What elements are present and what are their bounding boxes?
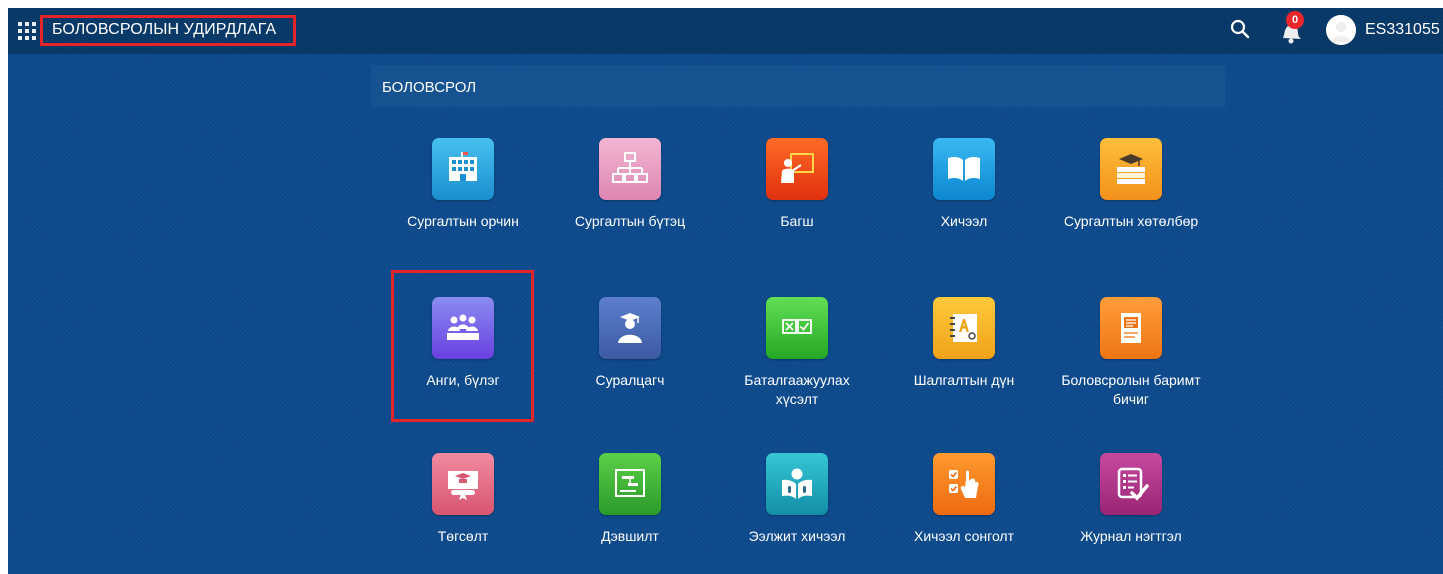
tile-label: Сургалтын хөтөлбөр — [1063, 213, 1199, 229]
apps-grid-icon[interactable] — [18, 22, 36, 40]
building-icon — [432, 138, 494, 200]
promotion-board-icon — [599, 453, 661, 515]
tile-hicheel[interactable]: Хичээл — [894, 138, 1034, 231]
tile-surgaltyn-butets[interactable]: Сургалтын бүтэц — [560, 138, 700, 231]
grade-notebook-icon — [933, 297, 995, 359]
tile-hicheel-songolt[interactable]: Хичээл сонголт — [894, 453, 1034, 546]
stacked-books-icon — [1100, 138, 1162, 200]
tile-label: Сургалтын бүтэц — [574, 213, 686, 229]
document-icon — [1100, 297, 1162, 359]
highlight-box-tile — [391, 270, 534, 422]
tile-label: Дэвшилт — [601, 528, 659, 544]
teacher-icon — [766, 138, 828, 200]
tile-bolovsrolyn-barimt-bichig[interactable]: Боловсролын баримт бичиг — [1061, 297, 1201, 409]
tile-batalgaajuulah-husel[interactable]: Баталгаажуулах хүсэлт — [727, 297, 867, 409]
tile-eeljit-hicheel[interactable]: Ээлжит хичээл — [727, 453, 867, 546]
top-bar: БОЛОВСРОЛЫН УДИРДЛАГА 0 ES331055 — [8, 8, 1443, 54]
tile-suraltsagch[interactable]: Суралцагч — [560, 297, 700, 390]
org-chart-icon — [599, 138, 661, 200]
tile-label: Багш — [780, 213, 814, 229]
diploma-icon — [432, 453, 494, 515]
tile-devshilt[interactable]: Дэвшилт — [560, 453, 700, 546]
search-icon[interactable] — [1228, 18, 1252, 42]
touch-select-icon — [933, 453, 995, 515]
checklist-icon — [1100, 453, 1162, 515]
checkbox-icon — [766, 297, 828, 359]
tile-tugsult[interactable]: Төгсөлт — [393, 453, 533, 546]
tile-shalgaltyn-dun[interactable]: Шалгалтын дүн — [894, 297, 1034, 390]
app-frame: БОЛОВСРОЛЫН УДИРДЛАГА 0 ES331055 БОЛОВСР… — [8, 8, 1443, 574]
tile-label: Хичээл — [940, 213, 988, 229]
user-id-label[interactable]: ES331055 — [1365, 21, 1440, 39]
user-avatar[interactable] — [1326, 15, 1356, 45]
tile-label: Хичээл сонголт — [913, 528, 1015, 544]
tile-label: Төгсөлт — [437, 528, 489, 544]
book-icon — [933, 138, 995, 200]
tile-label: Сургалтын орчин — [407, 213, 519, 229]
tile-surgaltyn-orchin[interactable]: Сургалтын орчин — [393, 138, 533, 231]
reading-student-icon — [766, 453, 828, 515]
tile-label: Боловсролын баримт бичиг — [1061, 372, 1201, 407]
tile-bagsh[interactable]: Багш — [727, 138, 867, 231]
tile-label: Шалгалтын дүн — [913, 372, 1015, 388]
tile-label: Баталгаажуулах хүсэлт — [744, 372, 850, 407]
section-title: БОЛОВСРОЛ — [382, 79, 477, 96]
app-title[interactable]: БОЛОВСРОЛЫН УДИРДЛАГА — [52, 21, 276, 39]
tile-label: Ээлжит хичээл — [748, 528, 846, 544]
notification-badge: 0 — [1286, 11, 1304, 29]
tile-surgaltyn-hotolbor[interactable]: Сургалтын хөтөлбөр — [1061, 138, 1201, 231]
section-header: БОЛОВСРОЛ — [371, 65, 1225, 107]
tile-jurnal-negtgel[interactable]: Журнал нэгтгэл — [1061, 453, 1201, 546]
student-icon — [599, 297, 661, 359]
tile-label: Суралцагч — [595, 372, 665, 388]
tile-label: Журнал нэгтгэл — [1080, 528, 1182, 544]
